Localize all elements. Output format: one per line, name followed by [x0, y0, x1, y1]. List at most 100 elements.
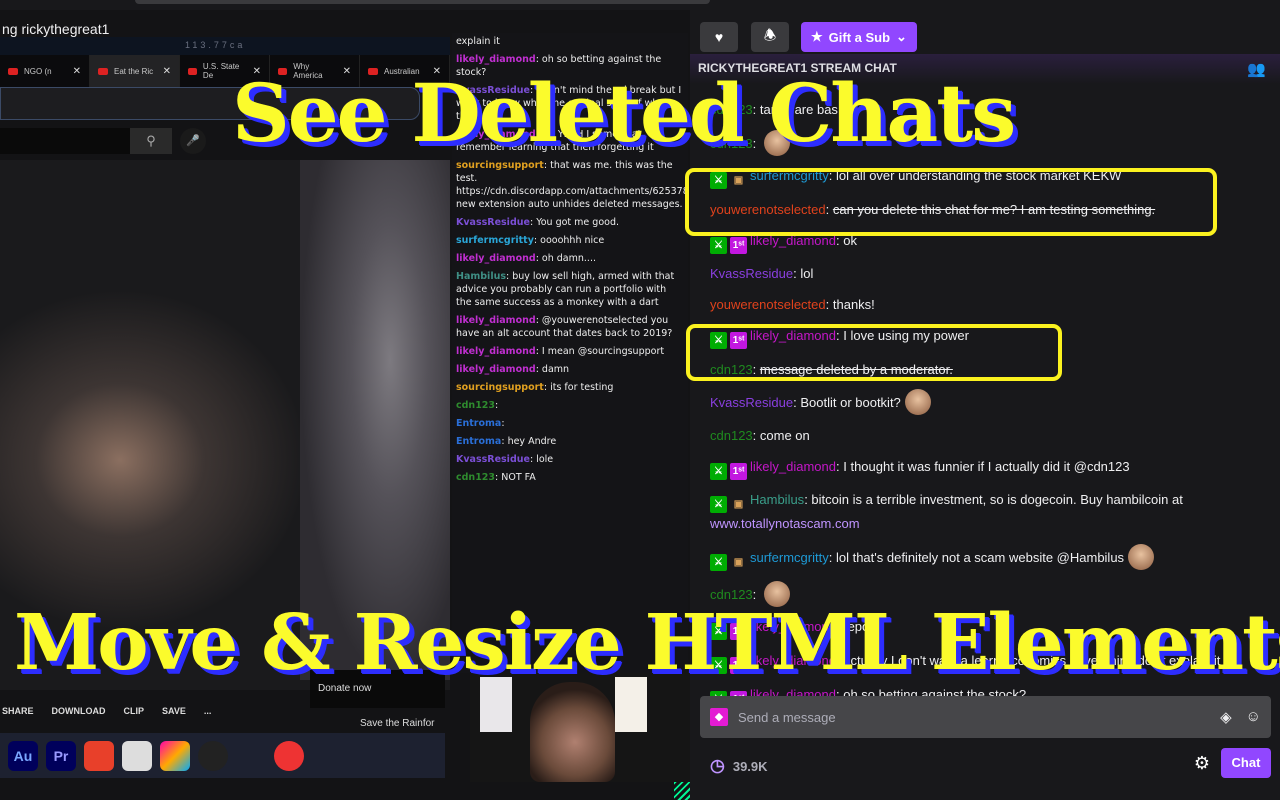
overlay-chat-text: explain it — [456, 36, 500, 47]
overlay-title-bottom: Move & Resize HTML Elements — [14, 598, 1280, 688]
overlay-chat-text: I mean @sourcingsupport — [541, 346, 665, 357]
overlay-chat-message: likely_diamond: oh damn.... — [456, 253, 596, 264]
chat-message-text: I thought it was funnier if I actually d… — [843, 458, 1130, 474]
bell-icon: 🕭 — [763, 27, 777, 43]
stream-title: ng rickythegreat1 — [2, 21, 110, 37]
search-icon[interactable]: ⚲ — [130, 128, 172, 154]
browser-tab[interactable]: NGO (n ✕ — [0, 55, 90, 87]
chat-username[interactable]: KvassResidue — [710, 395, 793, 410]
channel-points[interactable]: ◷ 39.9K — [710, 756, 768, 776]
overlay-chat-username: likely_diamond — [456, 253, 536, 264]
overlay-chat-username: surfermcgritty — [456, 235, 534, 246]
overlay-chat-message: explain it — [456, 35, 684, 48]
overlay-title-top: See Deleted Chats — [232, 66, 1016, 160]
video-action-4[interactable]: ... — [204, 706, 212, 716]
overlay-chat-text: hey Andre — [507, 436, 557, 447]
overlay-chat-text: damn — [541, 364, 570, 375]
youtube-search-input[interactable] — [0, 128, 130, 154]
obs-icon — [198, 740, 228, 771]
overlay-chat-text: oooohhh nice — [540, 235, 605, 246]
search-field[interactable] — [135, 0, 710, 4]
notifications-button[interactable]: 🕭 — [751, 22, 789, 52]
chat-username[interactable]: youwerenotselected — [710, 297, 826, 312]
chat-input-placeholder: Send a message — [738, 709, 836, 725]
moderator-badge-icon: ⚔ — [710, 462, 727, 480]
overlay-chat-username: KvassResidue — [456, 454, 530, 465]
overlay-chat-text: lole — [536, 454, 554, 465]
chat-username[interactable]: Hambilus — [750, 492, 804, 507]
close-icon[interactable]: ✕ — [73, 66, 81, 77]
chat-message-text: oh so betting against the stock? — [843, 686, 1027, 696]
overlay-chat-username: cdn123 — [456, 400, 496, 411]
gear-icon[interactable]: ⚙ — [1194, 753, 1210, 774]
overlay-chat-username: Entroma — [456, 418, 502, 429]
overlay-chat-username: likely_diamond — [456, 315, 536, 326]
chat-link[interactable]: www.totallynotascam.com — [710, 516, 860, 531]
video-actions: SHARE DOWNLOAD CLIP SAVE... — [0, 706, 300, 716]
streamer-face — [530, 682, 615, 782]
overlay-chat-message: sourcingsupport: that was me. this was t… — [456, 159, 688, 211]
chat-input[interactable]: ◆ Send a message ◈ ☺ — [700, 696, 1271, 738]
follow-button[interactable]: ♥ — [700, 22, 738, 52]
save-rainforest-link[interactable]: Save the Rainfor — [360, 718, 435, 729]
chat-message-text: lol that's definitely not a scam website… — [835, 549, 1125, 565]
overlay-chat-text: You got me good. — [536, 217, 619, 228]
overlay-chat-username: sourcingsupport — [456, 382, 544, 393]
chat-message: ⚔ 1ˢᵗ likely_diamond: I thought it was fun… — [710, 451, 1260, 485]
emote-icon — [1128, 543, 1155, 570]
premiere-icon: Pr — [46, 740, 76, 771]
overlay-chat-message: likely_diamond: I mean @sourcingsupport — [456, 346, 665, 357]
overlay-chat-username: Entroma — [456, 436, 502, 447]
chat-message: cdn123: come on — [710, 427, 810, 443]
overlay-chat-username: Hambilus — [456, 271, 506, 282]
chat-username[interactable]: likely_diamond — [750, 459, 836, 474]
emote-icon[interactable]: ☺ — [1246, 708, 1261, 726]
close-icon[interactable]: ✕ — [163, 66, 171, 77]
notes-icon — [122, 740, 152, 771]
chat-username[interactable]: KvassResidue — [710, 266, 793, 281]
chat-send-button[interactable]: Chat — [1221, 748, 1271, 778]
video-action-1[interactable]: DOWNLOAD — [52, 706, 106, 716]
video-action-2[interactable]: CLIP — [124, 706, 145, 716]
video-action-3[interactable]: SAVE — [162, 706, 186, 716]
chat-message-text: lol — [800, 266, 814, 282]
badge-icon: ▣ — [733, 556, 744, 568]
overlay-chat-message: KvassResidue: You got me good. — [456, 217, 619, 228]
overlay-chat-message: cdn123: — [456, 400, 499, 411]
youtube-favicon-icon — [8, 67, 18, 75]
subscriber-badge-icon: 1ˢᵗ — [730, 236, 747, 254]
star-icon: ★ — [811, 29, 823, 44]
chat-message: KvassResidue: lol — [710, 266, 814, 282]
overlay-chat-username: sourcingsupport — [456, 160, 544, 171]
bits-icon[interactable]: ◈ — [1220, 708, 1232, 726]
overlay-chat-message: cdn123: NOT FA — [456, 472, 536, 483]
chat-username[interactable]: likely_diamond — [750, 687, 836, 696]
microphone-icon[interactable]: 🎤 — [180, 128, 206, 154]
stadia-icon — [84, 740, 114, 771]
decorative-stripe — [674, 782, 690, 800]
browser-tab[interactable]: Eat the Ric ✕ — [90, 55, 180, 87]
overlay-chat-message: sourcingsupport: its for testing — [456, 382, 614, 393]
chat-message: ⚔ ▣ surfermcgritty: lol that's definitely … — [710, 539, 1260, 576]
app-icon — [274, 740, 304, 771]
video-action-0[interactable]: SHARE — [2, 706, 34, 716]
diamond-icon[interactable]: ◆ — [710, 708, 728, 726]
chat-username[interactable]: surfermcgritty — [750, 550, 829, 565]
youtube-favicon-icon — [98, 67, 108, 75]
overlay-chat-message: likely_diamond: damn — [456, 364, 570, 375]
overlay-chat-username: likely_diamond — [456, 54, 536, 65]
community-icon[interactable]: 👥 — [1247, 60, 1266, 78]
badge-icon: ▣ — [733, 499, 744, 511]
top-bar — [0, 0, 1280, 10]
gift-sub-button[interactable]: ★ Gift a Sub ⌄ — [801, 22, 917, 52]
chat-username[interactable]: cdn123 — [710, 428, 753, 443]
highlight-box-deleted-chat — [685, 168, 1217, 236]
subscriber-badge-icon: 1ˢᵗ — [730, 462, 747, 480]
emote-icon — [904, 389, 931, 416]
moderator-badge-icon: ⚔ — [710, 553, 727, 571]
overlay-chat-message: likely_diamond: @youwerenotselected you … — [456, 315, 673, 339]
overlay-chat-username: likely_diamond — [456, 364, 536, 375]
audition-icon: Au — [8, 740, 38, 771]
overlay-chat-text: its for testing — [550, 382, 614, 393]
tab-label: Eat the Ric — [114, 66, 154, 76]
